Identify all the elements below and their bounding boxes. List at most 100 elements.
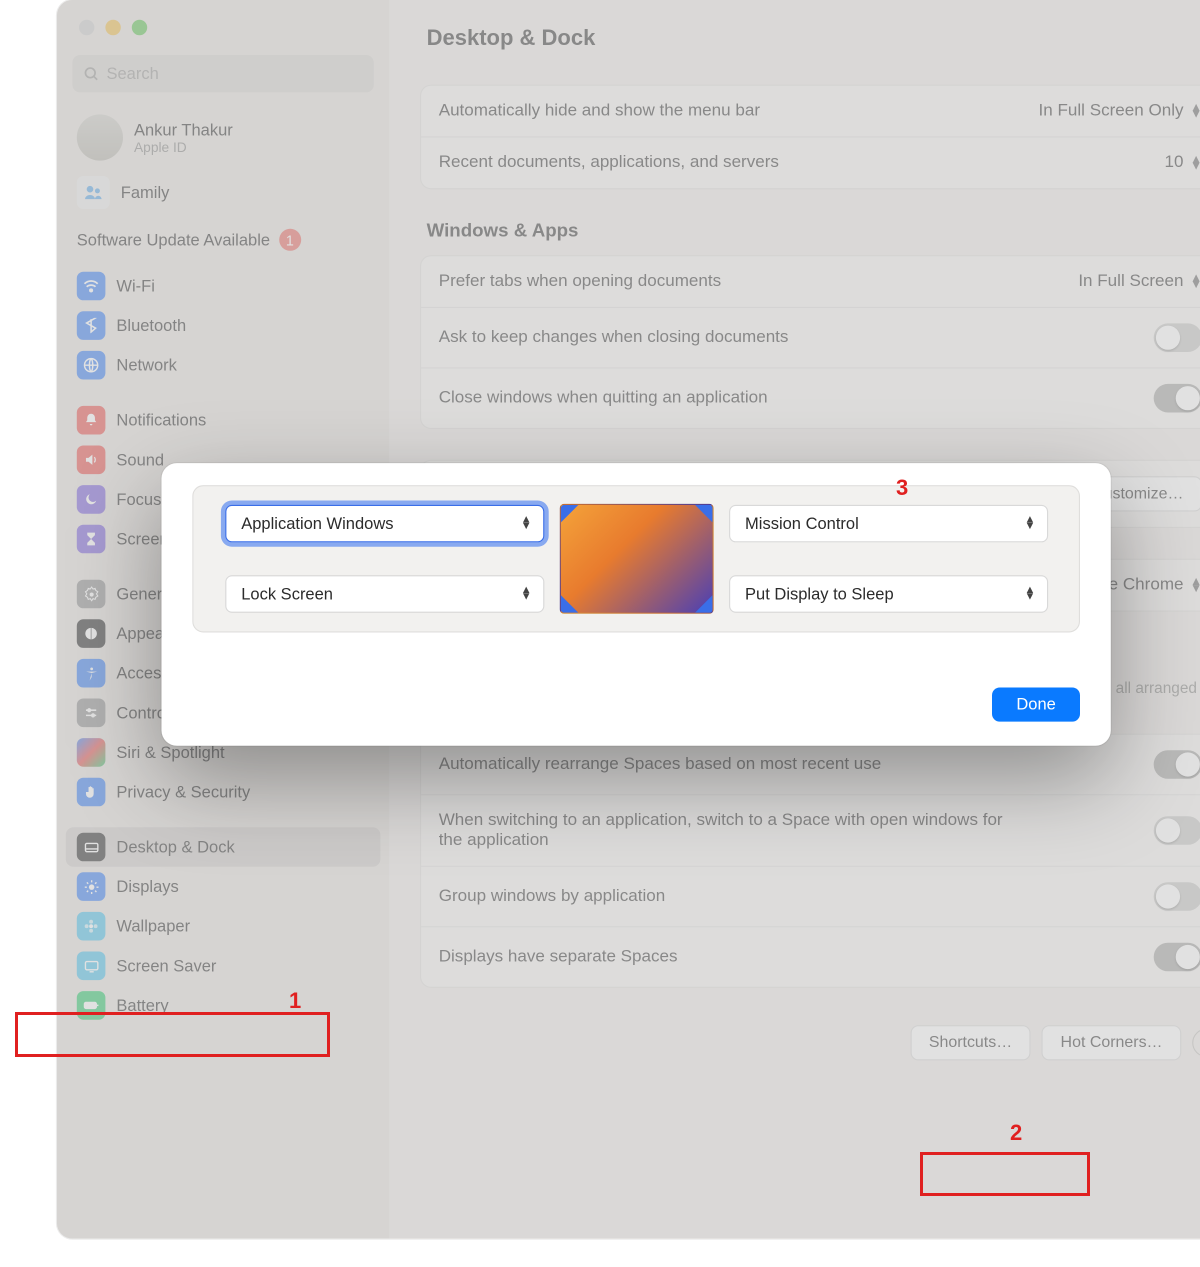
bluetooth-icon: [77, 311, 106, 340]
minimize-window-button[interactable]: [105, 20, 120, 35]
update-badge: 1: [279, 229, 301, 251]
sidebar-item-label: Wallpaper: [116, 917, 190, 936]
sidebar-item-label: Battery: [116, 996, 168, 1015]
flower-icon: [77, 912, 106, 941]
search-placeholder: Search: [107, 64, 159, 83]
corner-select-bottom-left[interactable]: Lock Screen ▲▼: [225, 575, 544, 612]
siri-icon: [77, 738, 106, 767]
appearance-icon: [77, 619, 106, 648]
chevron-updown-icon: ▲▼: [1025, 517, 1036, 530]
toggle-switch-space[interactable]: [1154, 816, 1200, 845]
sidebar-item-label: Network: [116, 356, 177, 375]
screensaver-icon: [77, 952, 106, 981]
mission-control-buttons: Shortcuts… Hot Corners… ?: [420, 1019, 1200, 1083]
accessibility-icon: [77, 659, 106, 688]
sidebar-item-notifications[interactable]: Notifications: [66, 400, 381, 440]
done-button[interactable]: Done: [992, 688, 1080, 722]
sidebar-item-label: Privacy & Security: [116, 783, 250, 802]
row-value: 10▲▼: [1165, 153, 1200, 173]
menubar-panel: Automatically hide and show the menu bar…: [420, 85, 1200, 189]
chevron-updown-icon: ▲▼: [1025, 587, 1036, 600]
corner-indicator-tl: [560, 505, 578, 523]
close-window-button[interactable]: [79, 20, 94, 35]
sidebar-item-wifi[interactable]: Wi-Fi: [66, 266, 381, 306]
sidebar-item-label: Displays: [116, 877, 178, 896]
window-traffic-lights: [57, 13, 389, 35]
battery-icon: [77, 991, 106, 1020]
toggle-close-quit[interactable]: [1154, 384, 1200, 413]
sidebar-item-label: Desktop & Dock: [116, 838, 234, 857]
row-group-windows: Group windows by application: [421, 867, 1200, 928]
toggle-displays-spaces[interactable]: [1154, 943, 1200, 972]
bell-icon: [77, 406, 106, 435]
select-value: Put Display to Sleep: [745, 585, 894, 604]
search-input[interactable]: Search: [72, 55, 373, 92]
wifi-icon: [77, 272, 106, 301]
sidebar-item-displays[interactable]: Displays: [66, 867, 381, 907]
sidebar-item-battery[interactable]: Battery: [66, 986, 381, 1026]
windows-apps-panel: Prefer tabs when opening documents In Fu…: [420, 255, 1200, 429]
chevron-updown-icon: ▲▼: [521, 587, 532, 600]
sidebar-item-privacy[interactable]: Privacy & Security: [66, 772, 381, 812]
zoom-window-button[interactable]: [132, 20, 147, 35]
row-ask-changes: Ask to keep changes when closing documen…: [421, 308, 1200, 369]
row-label: Prefer tabs when opening documents: [439, 272, 721, 292]
sidebar-item-wallpaper[interactable]: Wallpaper: [66, 906, 381, 946]
sidebar-item-label: Focus: [116, 490, 161, 509]
stepper-icon: ▲▼: [1190, 156, 1200, 169]
apple-id-row[interactable]: Ankur Thakur Apple ID: [57, 110, 389, 172]
chevron-updown-icon: ▲▼: [521, 517, 532, 530]
page-title: Desktop & Dock: [420, 0, 1200, 85]
toggle-auto-rearrange[interactable]: [1154, 750, 1200, 779]
row-switch-space: When switching to an application, switch…: [421, 796, 1200, 868]
sidebar-item-screen-saver[interactable]: Screen Saver: [66, 946, 381, 986]
row-label: Displays have separate Spaces: [439, 947, 678, 967]
sidebar-item-label: Notifications: [116, 411, 206, 430]
hourglass-icon: [77, 525, 106, 554]
sidebar-item-network[interactable]: Network: [66, 345, 381, 385]
corner-indicator-br: [694, 595, 712, 613]
corner-select-bottom-right[interactable]: Put Display to Sleep ▲▼: [729, 575, 1048, 612]
row-label: Close windows when quitting an applicati…: [439, 388, 768, 408]
sidebar-item-label: Wi-Fi: [116, 277, 154, 296]
row-autohide-menubar[interactable]: Automatically hide and show the menu bar…: [421, 86, 1200, 138]
family-label: Family: [121, 183, 170, 202]
corner-indicator-tr: [694, 505, 712, 523]
hot-corners-grid: Application Windows ▲▼ Lock Screen ▲▼ Miss…: [192, 485, 1080, 632]
avatar: [77, 114, 123, 160]
sidebar-item-desktop-dock[interactable]: Desktop & Dock: [66, 827, 381, 867]
help-button[interactable]: ?: [1192, 1029, 1200, 1058]
sidebar-item-label: Screen Saver: [116, 956, 216, 975]
system-settings-window: Search Ankur Thakur Apple ID Family Soft…: [57, 0, 1200, 1239]
stepper-icon: ▲▼: [1190, 579, 1200, 592]
dock-icon: [77, 833, 106, 862]
sidebar-item-bluetooth[interactable]: Bluetooth: [66, 306, 381, 346]
row-value: In Full Screen▲▼: [1078, 272, 1200, 292]
row-label: Ask to keep changes when closing documen…: [439, 328, 789, 348]
hot-corners-button[interactable]: Hot Corners…: [1042, 1025, 1181, 1060]
shortcuts-button[interactable]: Shortcuts…: [910, 1025, 1031, 1060]
sidebar-item-label: Bluetooth: [116, 316, 186, 335]
section-title-windows: Windows & Apps: [420, 220, 1200, 255]
sliders-icon: [77, 699, 106, 728]
software-update-label: Software Update Available: [77, 230, 270, 249]
family-row[interactable]: Family: [57, 172, 389, 223]
search-icon: [83, 65, 100, 82]
family-icon: [77, 176, 110, 209]
row-recents[interactable]: Recent documents, applications, and serv…: [421, 138, 1200, 189]
select-value: Lock Screen: [241, 585, 333, 604]
row-prefer-tabs[interactable]: Prefer tabs when opening documents In Fu…: [421, 256, 1200, 308]
corner-select-top-right[interactable]: Mission Control▲▼: [729, 505, 1048, 542]
row-label: When switching to an application, switch…: [439, 811, 1011, 851]
corner-preview: [559, 504, 713, 614]
toggle-group-windows[interactable]: [1154, 882, 1200, 911]
row-label: Recent documents, applications, and serv…: [439, 153, 779, 173]
toggle-ask-changes[interactable]: [1154, 323, 1200, 352]
mission-control-panel: Automatically rearrange Spaces based on …: [420, 734, 1200, 988]
gear-icon: [77, 580, 106, 609]
corner-select-top-left[interactable]: Application Windows ▲▼: [225, 505, 544, 542]
select-value: Application Windows: [241, 514, 393, 533]
sidebar-item-label: Sound: [116, 450, 164, 469]
software-update-row[interactable]: Software Update Available 1: [57, 222, 389, 266]
row-label: Group windows by application: [439, 887, 666, 907]
